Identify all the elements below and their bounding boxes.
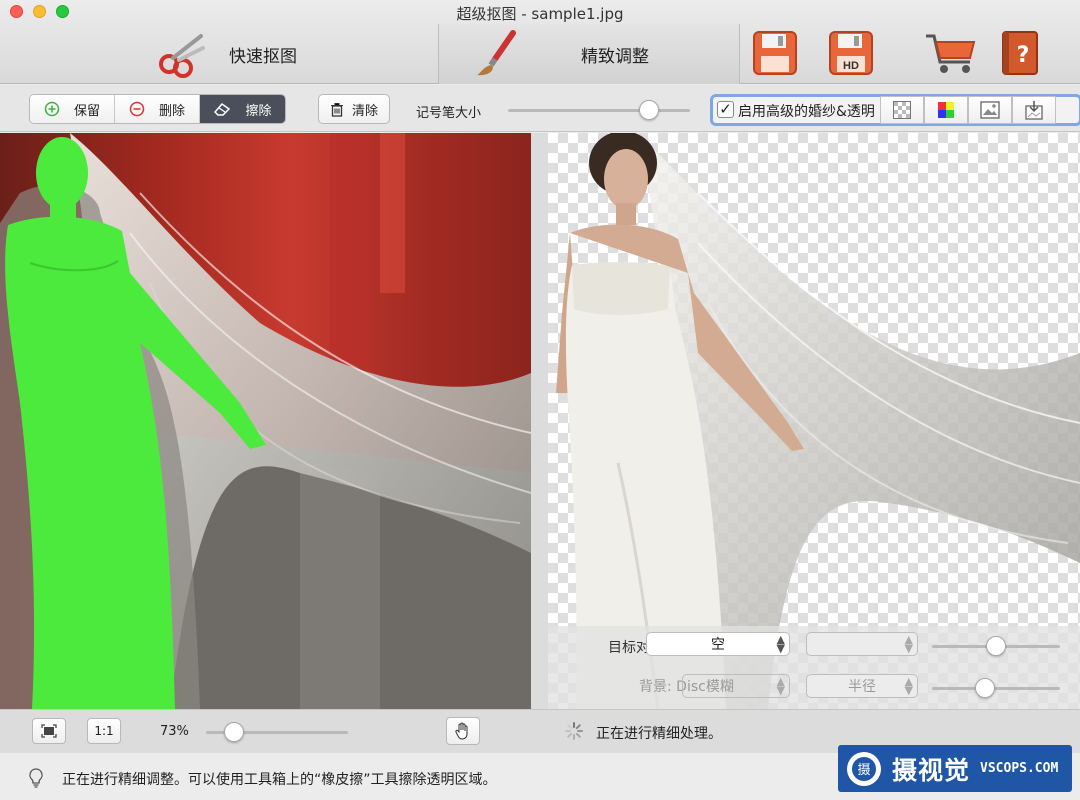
radius-label: 半径 [848, 679, 876, 695]
brush-size-label: 记号笔大小 [416, 106, 482, 121]
erase-label: 擦除 [245, 103, 272, 119]
background-view-buttons [880, 96, 1056, 124]
trash-icon [330, 102, 343, 117]
tab-quick-cutout[interactable]: 快速抠图 [0, 24, 438, 84]
hand-icon [455, 722, 468, 740]
floppy-disk-icon [753, 31, 797, 75]
clear-button[interactable]: 清除 [318, 94, 390, 124]
shopping-cart-icon [926, 34, 976, 73]
color-palette-icon [938, 102, 954, 118]
view-color-button[interactable] [924, 96, 968, 124]
zoom-level-label: 73% [160, 724, 189, 739]
advanced-checkbox[interactable]: ✓ [717, 101, 734, 118]
actual-size-button[interactable]: 1:1 [87, 718, 121, 744]
chevron-updown-icon: ▲ ▼ [904, 633, 913, 655]
download-image-icon [1025, 101, 1043, 120]
radius-knob[interactable] [975, 678, 995, 698]
tab-fine-adjust[interactable]: 精致调整 [438, 24, 740, 84]
watermark-logo: 摄 摄视觉 VSCOPS.COM [838, 745, 1072, 792]
erase-button[interactable]: 擦除 [200, 95, 285, 123]
save-hd-button[interactable]: HD [828, 30, 874, 76]
paintbrush-icon [477, 30, 516, 76]
brush-mode-segment: 保留 删除 擦除 [29, 94, 286, 124]
brush-size-knob[interactable] [639, 100, 659, 120]
background-blur-popup-frame: ▲ ▼ [682, 674, 790, 698]
tab-fine-label: 精致调整 [581, 46, 649, 67]
watermark-site: VSCOPS.COM [980, 761, 1059, 776]
delete-label: 删除 [158, 103, 185, 119]
camera-lens-logo-icon: 摄 [847, 751, 881, 786]
clear-label: 清除 [351, 103, 378, 119]
svg-text:HD: HD [843, 60, 859, 72]
image-icon [980, 101, 1000, 119]
brush-size-track [508, 109, 690, 112]
spinner-icon [565, 722, 583, 740]
radius-slider[interactable] [932, 678, 1060, 698]
window-title: 超级抠图 - sample1.jpg [456, 5, 624, 23]
fit-to-window-button[interactable] [32, 718, 66, 744]
radius-track [932, 687, 1060, 690]
target-value: 空 [711, 637, 725, 653]
tab-quick-label: 快速抠图 [229, 46, 297, 67]
canvas-divider[interactable] [531, 133, 548, 709]
chevron-updown-icon: ▲ ▼ [904, 675, 913, 697]
target-label: 目标对 [608, 640, 650, 656]
fit-screen-icon [41, 724, 57, 738]
zoom-knob[interactable] [224, 722, 244, 742]
status-message: 正在进行精细调整。可以使用工具箱上的“橡皮擦”工具擦除透明区域。 [62, 772, 497, 788]
eraser-icon [214, 102, 231, 116]
zoom-slider[interactable] [206, 722, 348, 742]
delete-button[interactable]: 删除 [115, 95, 200, 123]
actual-size-label: 1:1 [94, 724, 114, 738]
source-photo-illustration [0, 133, 531, 709]
view-transparent-button[interactable] [880, 96, 924, 124]
help-book-icon: ? [1002, 31, 1038, 75]
target-popup[interactable]: 空 ▲ ▼ [646, 632, 790, 656]
hand-tool-button[interactable] [446, 717, 480, 745]
minus-circle-icon [129, 101, 145, 117]
shopping-cart-button[interactable] [924, 30, 978, 76]
export-image-button[interactable] [1012, 96, 1056, 124]
radius-popup[interactable]: 半径 ▲ ▼ [806, 674, 918, 698]
target-strength-knob[interactable] [986, 636, 1006, 656]
plus-circle-icon [44, 101, 60, 117]
result-canvas[interactable] [548, 133, 1080, 709]
floppy-disk-hd-icon: HD [829, 31, 873, 75]
view-image-button[interactable] [968, 96, 1012, 124]
target-secondary-popup[interactable]: ▲ ▼ [806, 632, 918, 656]
brush-size-slider[interactable] [508, 100, 690, 120]
result-photo-illustration [556, 133, 1080, 709]
advanced-checkbox-label: 启用高级的婚纱&透明 [738, 104, 875, 120]
title-bar: 超级抠图 - sample1.jpg 快速抠图 精致调整 HD ? [0, 0, 1080, 84]
target-strength-slider[interactable] [932, 636, 1060, 656]
watermark-brand: 摄视觉 [892, 755, 971, 785]
chevron-updown-icon: ▲ ▼ [776, 633, 785, 655]
scissors-icon [159, 34, 205, 78]
keep-button[interactable]: 保留 [30, 95, 115, 123]
svg-text:?: ? [1017, 43, 1030, 68]
keep-label: 保留 [73, 103, 100, 119]
source-canvas[interactable] [0, 133, 531, 709]
help-book-button[interactable]: ? [1000, 30, 1042, 76]
chevron-updown-icon: ▲ ▼ [776, 675, 785, 697]
refine-options-panel: 目标对 空 ▲ ▼ ▲ ▼ 背景: Disc模糊 ▲ ▼ 半径 ▲ ▼ [548, 626, 1080, 709]
lightbulb-icon [29, 768, 43, 788]
checkerboard-icon [893, 101, 911, 119]
progress-status-text: 正在进行精细处理。 [596, 726, 722, 742]
save-button[interactable] [752, 30, 798, 76]
svg-text:摄: 摄 [857, 763, 870, 778]
